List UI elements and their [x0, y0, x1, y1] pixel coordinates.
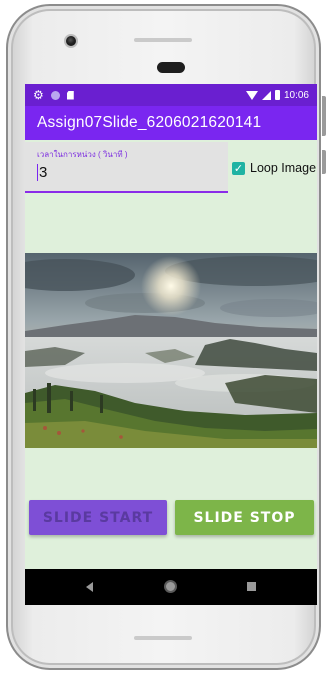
status-bar: ⚙ 10:06 — [25, 84, 317, 106]
bottom-grille — [134, 636, 192, 640]
recent-apps-icon[interactable] — [247, 582, 256, 591]
volume-button — [322, 96, 326, 136]
power-button — [322, 150, 326, 174]
interval-input-field[interactable]: เวลาในการหน่วง ( วินาที ) — [25, 142, 228, 193]
app-bar: Assign07Slide_6206021620141 — [25, 106, 317, 140]
checkbox-checked-icon[interactable]: ✓ — [232, 161, 245, 175]
gear-icon: ⚙ — [33, 88, 44, 102]
battery-icon — [274, 90, 280, 100]
earpiece-speaker — [157, 62, 185, 73]
loop-image-label: Loop Image — [250, 161, 317, 175]
loop-image-checkbox[interactable]: ✓ Loop Image — [232, 161, 316, 175]
app-title: Assign07Slide_6206021620141 — [37, 114, 262, 131]
top-grille — [134, 38, 192, 42]
status-clock: 10:06 — [283, 89, 309, 101]
slide-stop-button[interactable]: SLIDE STOP — [175, 500, 314, 535]
signal-icon — [261, 90, 271, 100]
slide-start-button[interactable]: SLIDE START — [29, 500, 167, 535]
navigation-bar — [25, 569, 317, 605]
slide-image — [25, 253, 317, 448]
interval-input-label: เวลาในการหน่วง ( วินาที ) — [37, 150, 128, 159]
sd-card-icon — [66, 90, 74, 100]
app-screen: ⚙ 10:06 Assign07Slide_6206021620141 เวลา… — [25, 84, 317, 605]
back-icon[interactable] — [86, 582, 93, 592]
dot-icon — [50, 90, 60, 100]
landscape-photo — [25, 253, 317, 448]
wifi-icon — [245, 90, 258, 100]
home-icon[interactable] — [164, 580, 177, 593]
front-camera — [64, 34, 78, 48]
interval-input[interactable] — [37, 164, 207, 181]
